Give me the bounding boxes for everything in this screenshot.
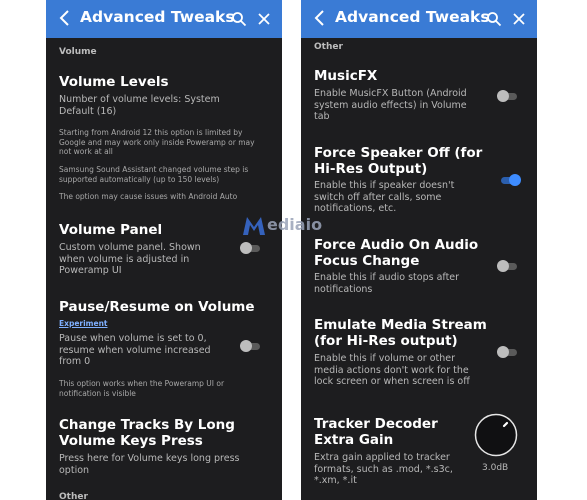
volume-levels-note: The option may cause issues with Android… <box>59 192 238 201</box>
toggle-thumb <box>497 260 509 272</box>
emulate-media-summary: Enable this if volume or other media act… <box>314 353 470 387</box>
volume-levels-summary: Number of volume levels: System Default … <box>59 94 220 117</box>
pause-resume-note: This option works when the Poweramp UI o… <box>59 379 225 398</box>
tracker-gain-value: 3.0dB <box>482 463 509 473</box>
chevron-left-icon[interactable] <box>313 8 327 28</box>
search-icon[interactable] <box>486 11 502 27</box>
toggle-thumb <box>509 174 521 186</box>
pause-resume-toggle[interactable] <box>240 340 262 352</box>
search-icon[interactable] <box>231 11 247 27</box>
section-header-other: Other <box>59 492 88 500</box>
watermark: ediaio <box>241 215 346 237</box>
musicfx-title: MusicFX <box>314 68 378 84</box>
force-audio-focus-title: Force Audio On Audio Focus Change <box>314 237 479 269</box>
toggle-thumb <box>497 346 509 358</box>
screen-title: Advanced Tweaks <box>335 8 490 26</box>
volume-levels-note: Starting from Android 12 this option is … <box>59 128 255 156</box>
volume-panel-toggle[interactable] <box>240 242 262 254</box>
force-speaker-toggle[interactable] <box>499 174 521 186</box>
section-header-other: Other <box>314 42 343 52</box>
section-header-volume: Volume <box>59 47 97 57</box>
experiment-badge: Experiment <box>59 319 108 328</box>
pause-resume-title: Pause/Resume on Volume <box>59 299 255 315</box>
screen-title: Advanced Tweaks <box>80 8 235 26</box>
force-audio-focus-summary: Enable this if audio stops after notific… <box>314 272 460 295</box>
change-tracks-summary: Press here for Volume keys long press op… <box>59 453 240 476</box>
force-speaker-title: Force Speaker Off (for Hi-Res Output) <box>314 145 483 177</box>
musicfx-toggle[interactable] <box>497 90 519 102</box>
volume-levels-note: Samsung Sound Assistant changed volume s… <box>59 165 249 184</box>
musicfx-summary: Enable MusicFX Button (Android system au… <box>314 88 467 122</box>
chevron-left-icon[interactable] <box>58 8 72 28</box>
toggle-thumb <box>497 90 509 102</box>
app-bar: Advanced Tweaks <box>46 0 282 38</box>
volume-levels-title: Volume Levels <box>59 74 169 90</box>
tracker-gain-summary: Extra gain applied to tracker formats, s… <box>314 452 453 486</box>
tracker-gain-title: Tracker Decoder Extra Gain <box>314 416 438 448</box>
volume-panel-summary: Custom volume panel. Shown when volume i… <box>59 242 201 276</box>
emulate-media-title: Emulate Media Stream (for Hi-Res output) <box>314 317 487 349</box>
watermark-logo-icon <box>243 217 265 235</box>
force-audio-focus-toggle[interactable] <box>497 260 519 272</box>
rotary-knob-icon[interactable] <box>474 413 518 457</box>
pause-resume-summary: Pause when volume is set to 0, resume wh… <box>59 333 211 367</box>
change-tracks-title: Change Tracks By Long Volume Keys Press <box>59 417 235 449</box>
close-icon[interactable] <box>511 11 527 27</box>
app-bar: Advanced Tweaks <box>301 0 537 38</box>
watermark-text: ediaio <box>267 215 323 234</box>
toggle-thumb <box>240 242 252 254</box>
force-speaker-summary: Enable this if speaker doesn't switch of… <box>314 180 455 214</box>
toggle-thumb <box>240 340 252 352</box>
close-icon[interactable] <box>256 11 272 27</box>
right-settings-screen: Advanced Tweaks Other MusicFX Enable Mus… <box>301 0 537 500</box>
left-settings-screen: Advanced Tweaks Volume Volume Levels Num… <box>46 0 282 500</box>
emulate-media-toggle[interactable] <box>497 346 519 358</box>
